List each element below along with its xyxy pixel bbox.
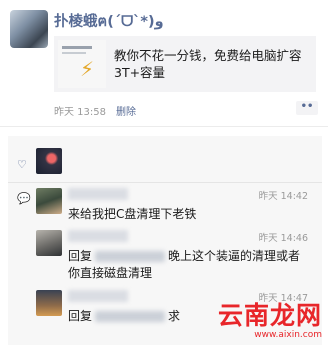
commenter-name-blurred[interactable] [68, 290, 128, 302]
commenter-avatar[interactable] [36, 290, 62, 316]
link-title: 教你不花一分钱，免费给电脑扩容3T+容量 [114, 48, 302, 80]
commenter-name-blurred[interactable] [68, 188, 128, 200]
post-time: 昨天 13:58 [54, 107, 106, 118]
link-card[interactable]: ⚡ 教你不花一分钱，免费给电脑扩容3T+容量 [54, 36, 316, 92]
link-thumbnail: ⚡ [58, 40, 106, 88]
reply-prefix: 回复 [68, 309, 93, 323]
poster-avatar[interactable] [10, 10, 48, 48]
comment-text: 来给我把C盘清理下老铁 [68, 207, 197, 221]
comment-time: 昨天 14:42 [258, 191, 308, 202]
poster-name[interactable]: 扑棱蛾ฅ(ˊᗜˋ*)و [54, 10, 164, 33]
watermark-text: 云南龙网 [217, 301, 322, 330]
delete-button[interactable]: 删除 [116, 103, 136, 118]
reply-target-blurred[interactable] [95, 251, 166, 262]
more-options-button[interactable]: •• [296, 101, 318, 115]
like-avatar[interactable] [36, 148, 62, 174]
divider [0, 126, 328, 127]
thumb-title-line [62, 46, 92, 49]
commenter-name-blurred[interactable] [68, 230, 128, 242]
comment-icon: 💬 [17, 192, 31, 205]
commenter-avatar[interactable] [36, 188, 62, 214]
reply-body: 求 [168, 309, 181, 323]
watermark-url: www.aixin.com [254, 330, 322, 340]
comment-text: 回复 晚上这个装逼的清理或者你直接磁盘清理 [68, 248, 312, 282]
lightning-icon: ⚡ [80, 57, 95, 81]
comment-item[interactable]: 昨天 14:42 来给我把C盘清理下老铁 [36, 188, 316, 221]
comment-item[interactable]: 昨天 14:46 回复 晚上这个装逼的清理或者你直接磁盘清理 [36, 230, 316, 280]
reply-target-blurred[interactable] [95, 311, 166, 322]
watermark: 云南龙网 www.aixin.com [218, 302, 322, 341]
post-meta: 昨天 13:58 删除 [54, 103, 136, 118]
thumb-subtitle-line [62, 52, 86, 54]
commenter-avatar[interactable] [36, 230, 62, 256]
panel-separator [8, 182, 322, 183]
comment-time: 昨天 14:46 [258, 233, 308, 244]
reply-prefix: 回复 [68, 249, 93, 263]
heart-icon: ♡ [17, 158, 27, 171]
